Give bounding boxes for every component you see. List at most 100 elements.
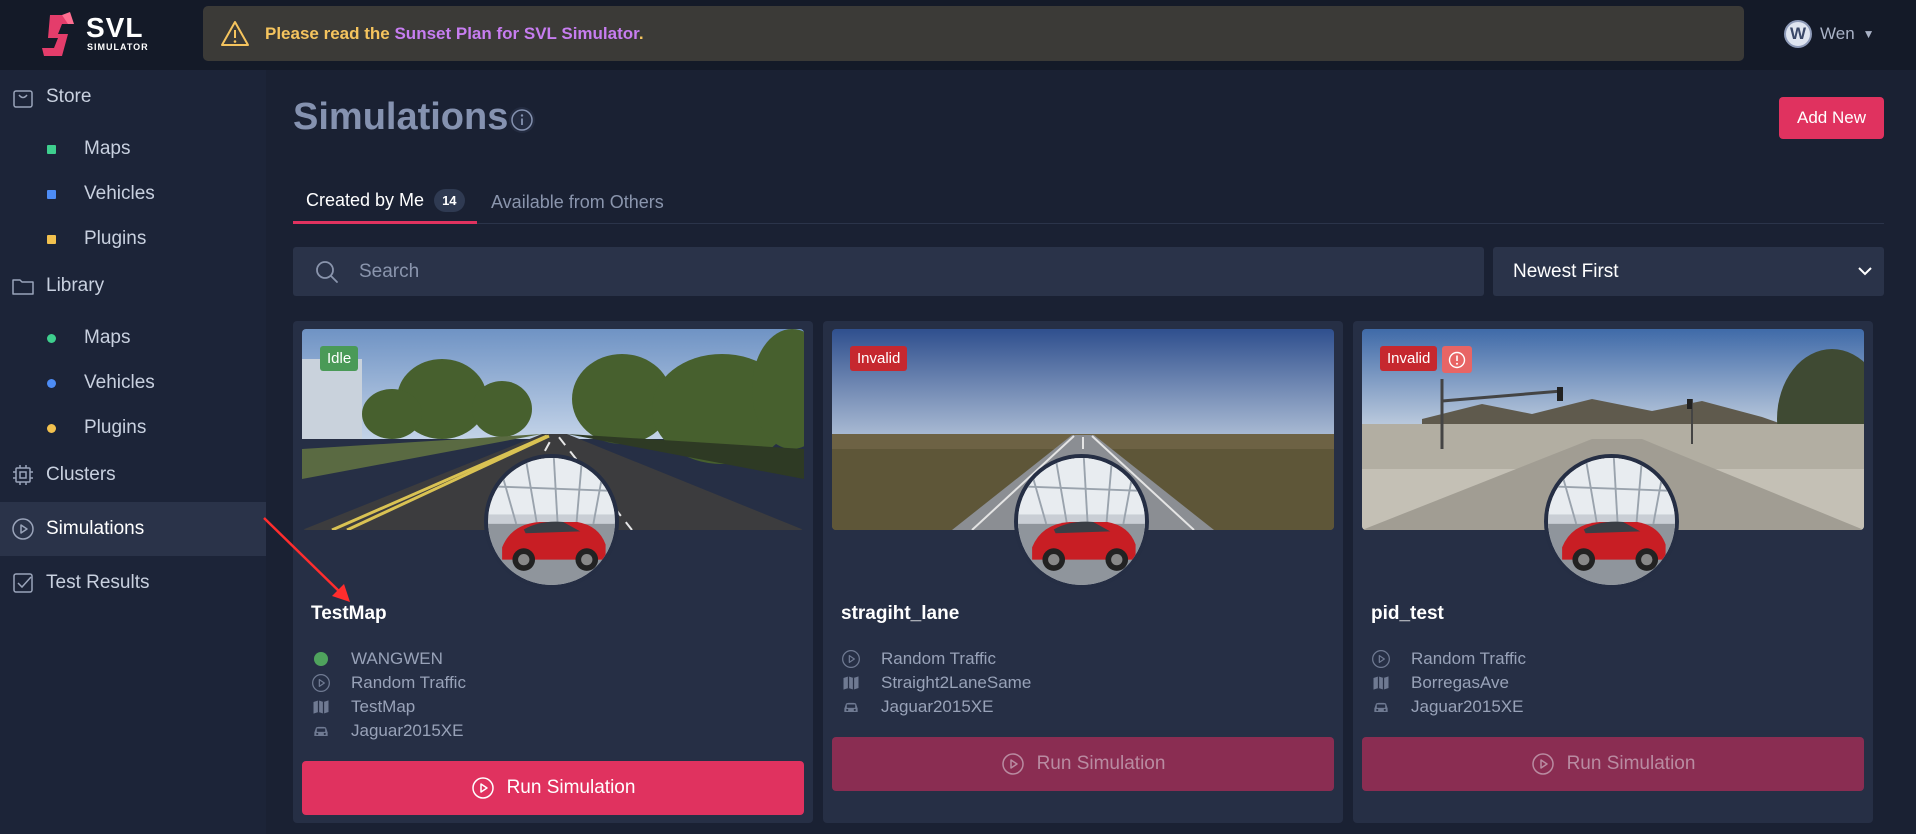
tab-available-from-others[interactable]: Available from Others xyxy=(491,180,664,224)
scenario-row: Random Traffic xyxy=(1371,649,1526,669)
map-icon xyxy=(1371,673,1391,693)
map-icon xyxy=(841,673,861,693)
vehicle-row: Jaguar2015XE xyxy=(1371,697,1523,717)
simulation-card[interactable]: Idle TestMap WANGWEN Random Traffic Test… xyxy=(293,321,813,823)
sunset-plan-link[interactable]: Sunset Plan for SVL Simulator xyxy=(394,24,638,43)
warning-icon xyxy=(221,20,249,46)
vehicle-avatar xyxy=(1544,454,1679,589)
run-simulation-button[interactable]: Run Simulation xyxy=(832,737,1334,791)
sidebar-item-simulations[interactable]: Simulations xyxy=(0,502,266,556)
sidebar-item-library-vehicles[interactable]: Vehicles xyxy=(0,361,266,405)
scenario-row: Random Traffic xyxy=(841,649,996,669)
sidebar-label-library-vehicles: Vehicles xyxy=(84,372,155,393)
map-row: Straight2LaneSame xyxy=(841,673,1031,693)
alert-circle-icon xyxy=(1448,351,1466,368)
simulation-title[interactable]: pid_test xyxy=(1371,603,1444,625)
vehicles-square-icon xyxy=(47,189,56,199)
logo-text: SVL xyxy=(86,12,144,43)
search-icon xyxy=(316,261,338,283)
jaguar-car-image xyxy=(1548,458,1675,585)
count-badge: 14 xyxy=(434,189,465,212)
vehicle-avatar xyxy=(484,454,619,589)
simulation-card[interactable]: Invalid pid_test Random Traffic Borregas… xyxy=(1353,321,1873,823)
sidebar-label-store-plugins: Plugins xyxy=(84,228,147,249)
sidebar-label-library-plugins: Plugins xyxy=(84,417,147,438)
logo-subtext: SIMULATOR xyxy=(87,42,149,52)
vehicle-row: Jaguar2015XE xyxy=(841,697,993,717)
plugins-square-icon xyxy=(47,234,56,244)
sidebar-label-library: Library xyxy=(46,275,105,296)
user-menu[interactable]: W Wen ▼ xyxy=(1784,20,1875,48)
status-badge: Idle xyxy=(320,346,359,371)
owner-row: WANGWEN xyxy=(311,649,443,669)
scenario-name: Random Traffic xyxy=(881,649,996,668)
tab-bar: Created by Me 14 Available from Others xyxy=(293,180,1884,224)
checkbox-icon xyxy=(13,573,33,593)
simulation-title[interactable]: TestMap xyxy=(311,603,387,625)
sidebar-label-simulations: Simulations xyxy=(46,518,145,539)
car-icon xyxy=(1371,697,1391,717)
vehicles-dot-icon xyxy=(47,378,56,388)
sidebar-item-test-results[interactable]: Test Results xyxy=(0,556,266,610)
sidebar-label-library-maps: Maps xyxy=(84,327,131,348)
play-circle-icon xyxy=(1371,649,1391,669)
sidebar-label-store-maps: Maps xyxy=(84,138,131,159)
map-row: TestMap xyxy=(311,697,415,717)
status-badge: Invalid xyxy=(1380,346,1438,371)
sidebar-item-store-plugins[interactable]: Plugins xyxy=(0,217,266,261)
add-new-button[interactable]: Add New xyxy=(1779,97,1884,139)
page-title: Simulations xyxy=(293,96,509,138)
sidebar: Store Maps Vehicles Plugins Library Maps… xyxy=(0,70,266,834)
tab-label-created-by-me: Created by Me xyxy=(306,190,425,210)
run-simulation-button[interactable]: Run Simulation xyxy=(302,761,804,815)
simulation-title[interactable]: stragiht_lane xyxy=(841,603,959,625)
sidebar-item-store-vehicles[interactable]: Vehicles xyxy=(0,172,266,216)
top-bar: SVL SIMULATOR Please read the Sunset Pla… xyxy=(0,0,1916,70)
jaguar-car-image xyxy=(1018,458,1145,585)
map-icon xyxy=(311,697,331,717)
run-simulation-label: Run Simulation xyxy=(1566,753,1696,774)
play-circle-icon xyxy=(11,517,35,541)
sunset-banner: Please read the Sunset Plan for SVL Simu… xyxy=(203,6,1744,61)
sort-dropdown[interactable]: Newest First xyxy=(1493,247,1884,296)
error-badge[interactable] xyxy=(1442,346,1472,373)
run-simulation-label: Run Simulation xyxy=(506,777,636,798)
play-circle-icon xyxy=(841,649,861,669)
sidebar-item-store-maps[interactable]: Maps xyxy=(0,127,266,171)
info-icon[interactable] xyxy=(508,106,536,134)
folder-icon xyxy=(12,279,34,295)
status-badge: Invalid xyxy=(850,346,908,371)
scenario-name: Random Traffic xyxy=(1411,649,1526,668)
owner-status-dot-icon xyxy=(314,652,328,666)
sidebar-label-store: Store xyxy=(46,86,92,107)
sidebar-item-library-plugins[interactable]: Plugins xyxy=(0,406,266,450)
vehicle-row: Jaguar2015XE xyxy=(311,721,463,741)
search-input[interactable] xyxy=(359,247,1459,296)
play-circle-icon xyxy=(1001,752,1025,776)
vehicle-avatar xyxy=(1014,454,1149,589)
map-name: TestMap xyxy=(351,697,416,716)
scenario-row: Random Traffic xyxy=(311,673,466,693)
play-circle-icon xyxy=(311,673,331,693)
plugins-dot-icon xyxy=(47,423,56,433)
car-icon xyxy=(841,697,861,717)
sidebar-item-library[interactable]: Library xyxy=(0,259,266,313)
banner-suffix: . xyxy=(638,23,644,43)
owner-name: WANGWEN xyxy=(351,649,443,668)
tab-created-by-me[interactable]: Created by Me 14 xyxy=(293,180,477,224)
sidebar-item-library-maps[interactable]: Maps xyxy=(0,316,266,360)
vehicle-name: Jaguar2015XE xyxy=(1411,697,1524,716)
run-simulation-button[interactable]: Run Simulation xyxy=(1362,737,1864,791)
scenario-name: Random Traffic xyxy=(351,673,466,692)
simulation-card[interactable]: Invalid stragiht_lane Random Traffic Str… xyxy=(823,321,1343,823)
user-name: Wen xyxy=(1820,24,1855,43)
user-avatar: W xyxy=(1784,20,1812,48)
sort-value: Newest First xyxy=(1513,260,1619,282)
play-circle-icon xyxy=(471,776,495,800)
chip-icon xyxy=(13,465,33,485)
jaguar-car-image xyxy=(488,458,615,585)
banner-message: Please read the Sunset Plan for SVL Simu… xyxy=(265,24,644,44)
tab-label-available-from-others: Available from Others xyxy=(491,191,664,212)
sidebar-item-store[interactable]: Store xyxy=(0,70,266,124)
sidebar-item-clusters[interactable]: Clusters xyxy=(0,448,266,502)
